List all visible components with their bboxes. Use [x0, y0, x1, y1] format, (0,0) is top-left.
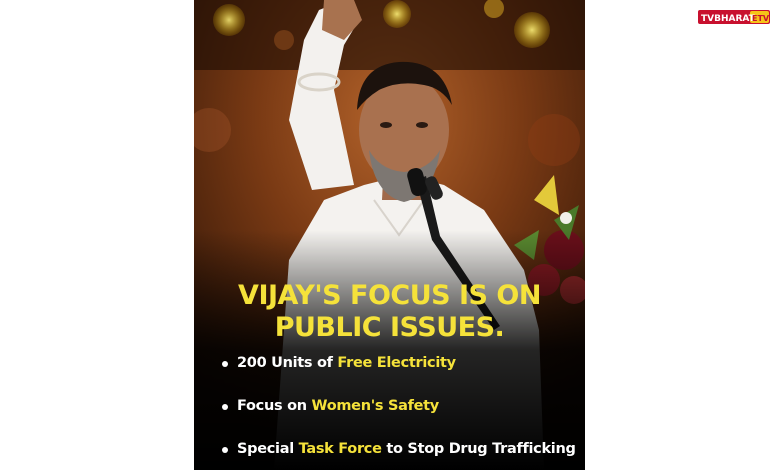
bullet-icon	[222, 404, 228, 410]
key-point: Special Task Force to Stop Drug Traffick…	[220, 441, 580, 470]
bullet-icon	[222, 447, 228, 453]
tv-bharat-logo: TVBHARAT ETV	[698, 10, 770, 24]
key-point: 200 Units of Free Electricity	[220, 355, 580, 398]
bokeh-light	[514, 12, 550, 48]
page: TVBHARAT ETV VIJAY'S FOCUS IS ON PUBLIC …	[0, 0, 780, 470]
headline: VIJAY'S FOCUS IS ON PUBLIC ISSUES.	[194, 280, 585, 344]
key-point-text: Special Task Force to Stop Drug Traffick…	[237, 441, 576, 457]
key-point-highlight: Women's Safety	[311, 398, 440, 414]
bullet-icon	[222, 361, 228, 367]
logo-text-suffix: ETV	[752, 14, 770, 23]
key-point-highlight: Free Electricity	[337, 355, 456, 371]
bokeh-light	[383, 0, 411, 28]
logo-text-prefix: TVBHARAT	[701, 14, 756, 24]
key-points-list: 200 Units of Free Electricity Focus on W…	[220, 355, 580, 470]
key-point-highlight: Task Force	[298, 441, 382, 457]
headline-line-1: VIJAY'S FOCUS IS ON	[238, 280, 541, 311]
news-poster: VIJAY'S FOCUS IS ON PUBLIC ISSUES. 200 U…	[194, 0, 585, 470]
bokeh-light	[213, 4, 245, 36]
key-point: Focus on Women's Safety	[220, 398, 580, 441]
key-point-text: 200 Units of Free Electricity	[237, 355, 456, 371]
headline-line-2: PUBLIC ISSUES.	[274, 312, 505, 343]
key-point-text: Focus on Women's Safety	[237, 398, 439, 414]
